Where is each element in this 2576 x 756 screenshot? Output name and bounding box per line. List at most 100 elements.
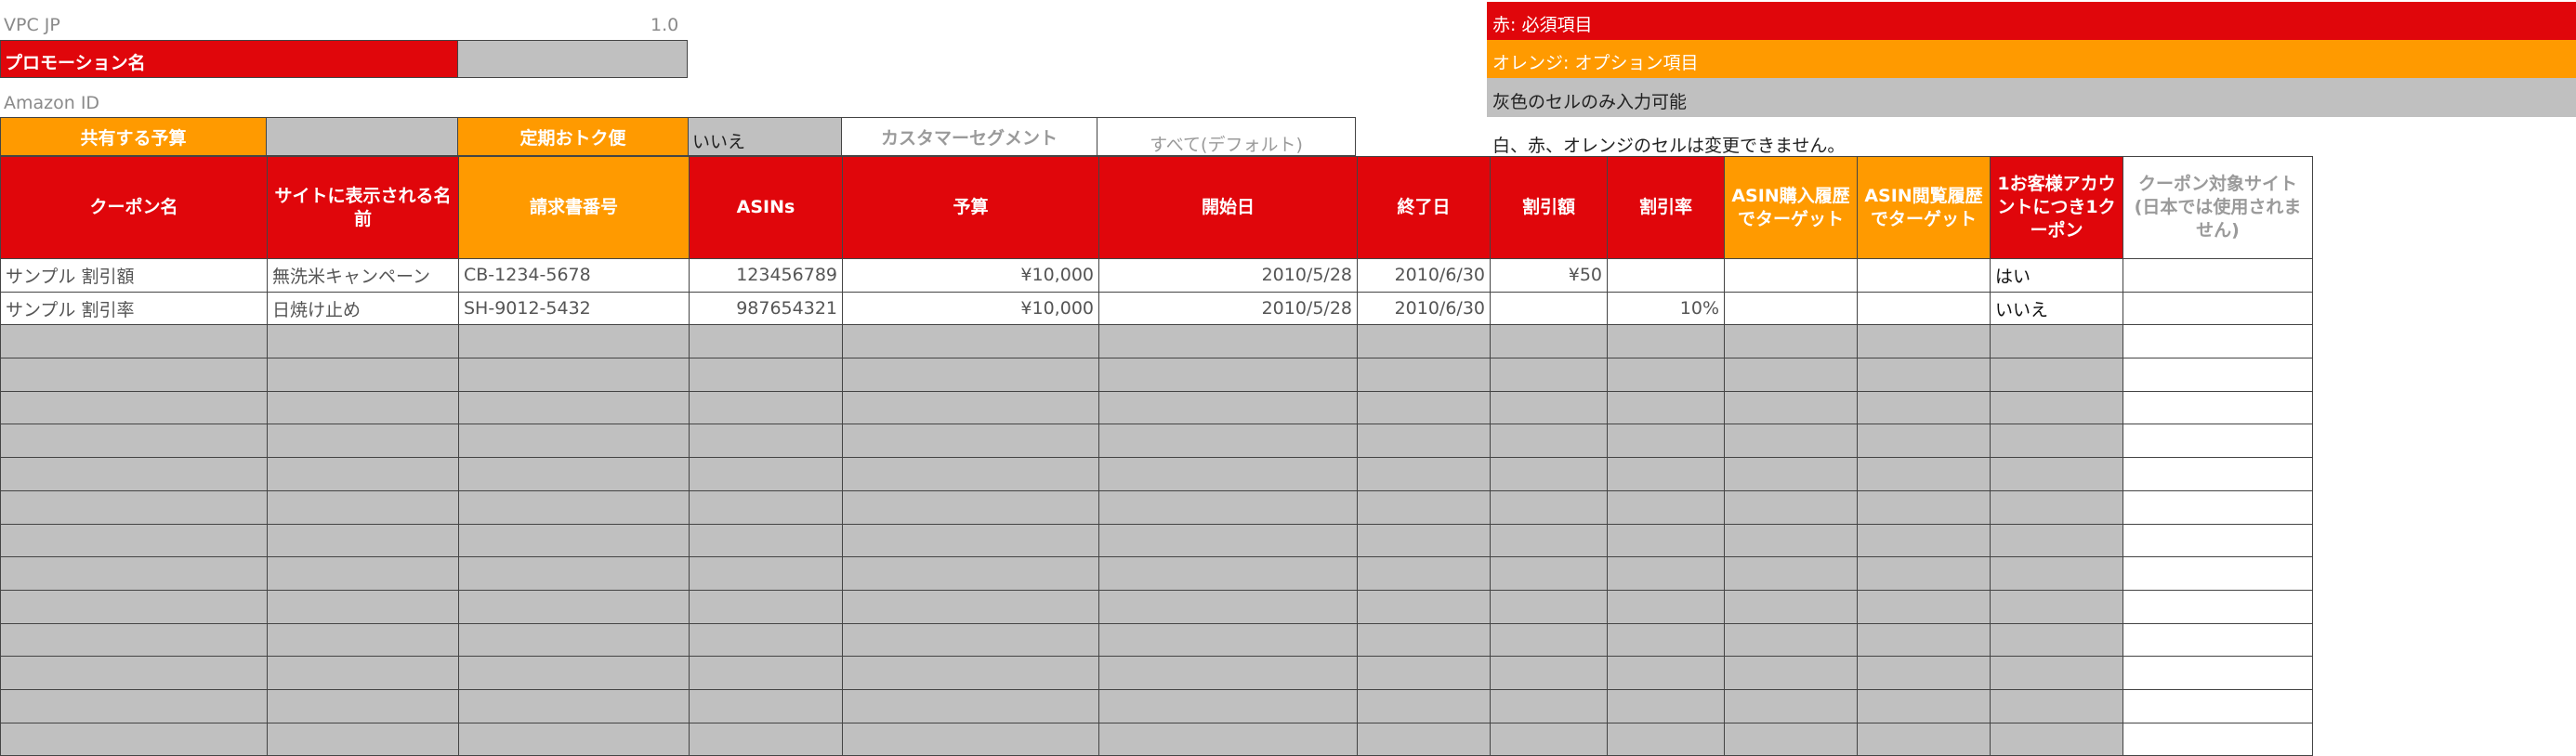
table-cell[interactable] (1857, 291, 1991, 326)
table-cell-input[interactable] (1724, 390, 1858, 425)
table-cell-input[interactable] (2123, 589, 2313, 624)
table-cell-input[interactable] (1490, 722, 1608, 756)
table-cell-input[interactable] (2123, 358, 2313, 392)
table-cell-input[interactable] (1990, 523, 2123, 558)
table-cell-input[interactable] (267, 556, 459, 591)
table-cell-input[interactable] (1098, 390, 1358, 425)
table-cell-input[interactable] (0, 556, 268, 591)
table-cell-input[interactable] (842, 622, 1099, 658)
subscribe-save-select[interactable]: いいえ (688, 117, 842, 156)
table-cell-input[interactable] (1607, 622, 1725, 658)
table-cell[interactable]: 2010/6/30 (1357, 291, 1491, 326)
table-cell-input[interactable] (1990, 489, 2123, 525)
table-cell-input[interactable] (1724, 358, 1858, 392)
table-cell-input[interactable] (1990, 424, 2123, 459)
table-cell-input[interactable] (842, 324, 1099, 359)
table-cell-input[interactable] (458, 358, 690, 392)
table-cell-input[interactable] (1990, 656, 2123, 690)
table-cell-input[interactable] (458, 324, 690, 359)
table-cell-input[interactable] (1857, 722, 1991, 756)
table-cell-input[interactable] (1724, 656, 1858, 690)
table-cell[interactable] (1724, 291, 1858, 326)
table-cell-input[interactable] (1724, 556, 1858, 591)
table-cell-input[interactable] (1490, 489, 1608, 525)
table-cell[interactable] (1724, 258, 1858, 293)
table-cell-input[interactable] (1724, 622, 1858, 658)
table-cell[interactable]: ¥50 (1490, 258, 1608, 293)
table-cell[interactable]: 10% (1607, 291, 1725, 326)
table-cell-input[interactable] (267, 324, 459, 359)
table-cell[interactable]: 987654321 (689, 291, 843, 326)
table-cell-input[interactable] (1098, 324, 1358, 359)
table-cell-input[interactable] (1857, 589, 1991, 624)
table-cell-input[interactable] (842, 523, 1099, 558)
table-cell-input[interactable] (689, 523, 843, 558)
table-cell-input[interactable] (458, 523, 690, 558)
table-cell-input[interactable] (0, 589, 268, 624)
table-cell[interactable]: 日焼け止め (267, 291, 459, 326)
table-cell[interactable] (2123, 258, 2313, 293)
table-cell-input[interactable] (689, 457, 843, 491)
table-cell-input[interactable] (1990, 390, 2123, 425)
table-cell-input[interactable] (1098, 489, 1358, 525)
table-cell-input[interactable] (2123, 324, 2313, 359)
table-cell-input[interactable] (0, 457, 268, 491)
table-cell-input[interactable] (1357, 589, 1491, 624)
table-cell-input[interactable] (1098, 622, 1358, 658)
table-cell-input[interactable] (1857, 656, 1991, 690)
table-cell-input[interactable] (689, 358, 843, 392)
table-cell-input[interactable] (458, 489, 690, 525)
promotion-name-input[interactable] (457, 40, 688, 78)
table-cell-input[interactable] (1857, 358, 1991, 392)
table-cell-input[interactable] (1098, 358, 1358, 392)
table-cell-input[interactable] (1098, 722, 1358, 756)
table-cell-input[interactable] (0, 622, 268, 658)
table-cell-input[interactable] (267, 457, 459, 491)
table-cell-input[interactable] (458, 622, 690, 658)
table-cell-input[interactable] (1607, 589, 1725, 624)
table-cell-input[interactable] (0, 523, 268, 558)
table-cell-input[interactable] (1724, 589, 1858, 624)
table-cell-input[interactable] (267, 722, 459, 756)
table-cell-input[interactable] (458, 457, 690, 491)
table-cell-input[interactable] (0, 390, 268, 425)
table-cell-input[interactable] (0, 656, 268, 690)
table-cell-input[interactable] (689, 656, 843, 690)
table-cell-input[interactable] (1490, 457, 1608, 491)
table-cell-input[interactable] (1357, 688, 1491, 723)
table-cell[interactable]: ¥10,000 (842, 291, 1099, 326)
table-cell-input[interactable] (842, 722, 1099, 756)
table-cell-input[interactable] (1490, 622, 1608, 658)
table-cell-input[interactable] (1607, 656, 1725, 690)
table-cell-input[interactable] (267, 523, 459, 558)
table-cell-input[interactable] (2123, 722, 2313, 756)
table-cell-input[interactable] (1724, 457, 1858, 491)
table-cell-input[interactable] (458, 589, 690, 624)
table-cell-input[interactable] (1607, 424, 1725, 459)
table-cell-input[interactable] (1357, 489, 1491, 525)
table-cell-input[interactable] (1990, 556, 2123, 591)
table-cell-input[interactable] (842, 457, 1099, 491)
table-cell-input[interactable] (1607, 523, 1725, 558)
table-cell-input[interactable] (1990, 688, 2123, 723)
table-cell-input[interactable] (267, 358, 459, 392)
table-cell[interactable] (1607, 258, 1725, 293)
table-cell-input[interactable] (0, 489, 268, 525)
table-cell-input[interactable] (689, 324, 843, 359)
table-cell-input[interactable] (1857, 622, 1991, 658)
table-cell-input[interactable] (1098, 523, 1358, 558)
table-cell[interactable]: いいえ (1990, 291, 2123, 326)
table-cell-input[interactable] (842, 688, 1099, 723)
table-cell-input[interactable] (1357, 722, 1491, 756)
table-cell[interactable] (2123, 291, 2313, 326)
table-cell-input[interactable] (267, 424, 459, 459)
table-cell-input[interactable] (1724, 324, 1858, 359)
table-cell-input[interactable] (1357, 556, 1491, 591)
table-cell-input[interactable] (1990, 457, 2123, 491)
table-cell-input[interactable] (1607, 390, 1725, 425)
table-cell-input[interactable] (267, 589, 459, 624)
table-cell-input[interactable] (1357, 324, 1491, 359)
table-cell-input[interactable] (2123, 457, 2313, 491)
table-cell-input[interactable] (1357, 656, 1491, 690)
table-cell-input[interactable] (689, 390, 843, 425)
